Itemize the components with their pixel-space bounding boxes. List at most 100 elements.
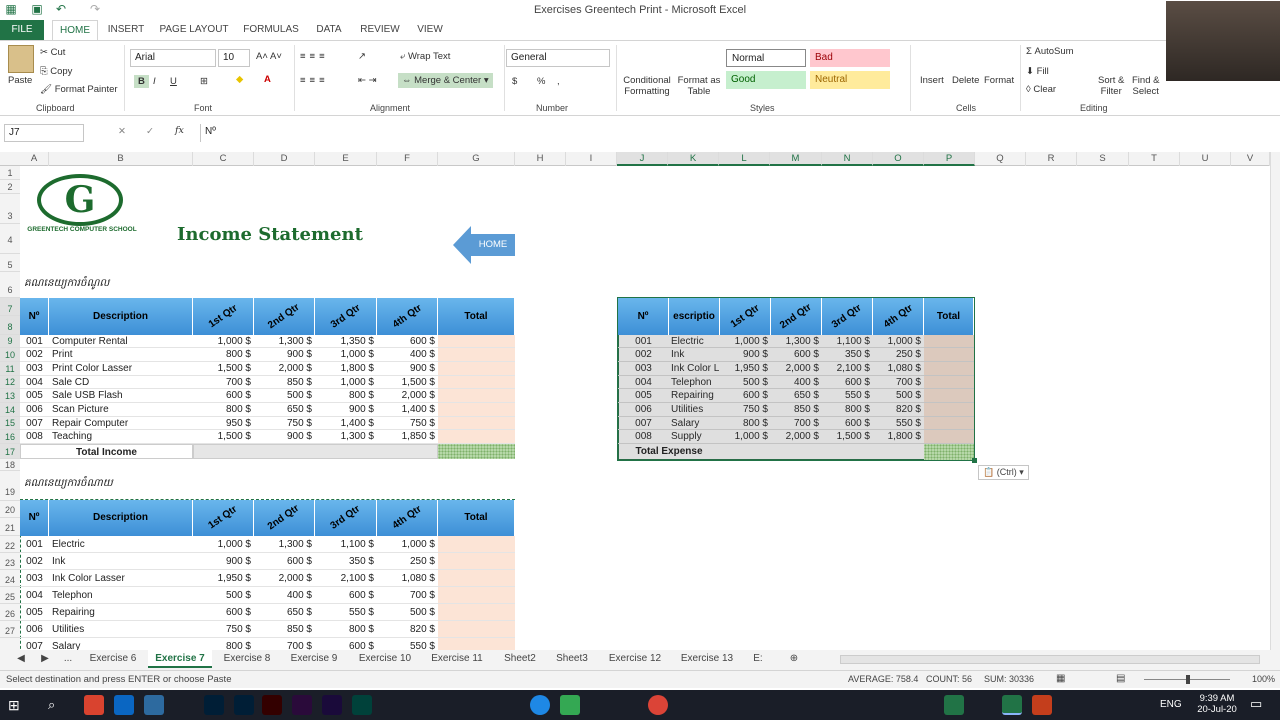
cell-no[interactable]: 001 bbox=[20, 536, 49, 553]
cell-quarter[interactable]: 400 $ bbox=[254, 587, 315, 604]
header-q4[interactable]: 4th Qtr bbox=[377, 298, 438, 335]
cell-no[interactable]: 005 bbox=[20, 604, 49, 621]
powerpoint-icon[interactable] bbox=[1032, 695, 1052, 715]
tab-data[interactable]: DATA bbox=[312, 20, 346, 40]
cell-quarter[interactable]: 550 $ bbox=[315, 604, 377, 621]
row-header[interactable]: 17 bbox=[0, 444, 20, 459]
row-header[interactable]: 15 bbox=[0, 417, 20, 430]
app-icon[interactable] bbox=[560, 695, 580, 715]
number-format-select[interactable]: General bbox=[506, 49, 610, 67]
insert-cells-button[interactable]: Insert bbox=[920, 75, 944, 86]
column-header[interactable]: N bbox=[822, 152, 873, 166]
header-no[interactable]: Nº bbox=[20, 298, 49, 335]
clock[interactable]: 9:39 AM 20-Jul-20 bbox=[1192, 693, 1242, 715]
sheet-tab[interactable]: Exercise 12 bbox=[602, 650, 668, 668]
column-header[interactable]: R bbox=[1026, 152, 1077, 166]
column-header[interactable]: P bbox=[924, 152, 975, 166]
sheet-tab[interactable]: E: bbox=[748, 650, 768, 668]
cell-quarter[interactable]: 1,000 $ bbox=[193, 335, 254, 348]
cell-quarter[interactable]: 550 $ bbox=[377, 638, 438, 650]
cell-total[interactable] bbox=[438, 403, 515, 417]
header-q2[interactable]: 2nd Qtr bbox=[771, 298, 822, 335]
cell-total[interactable] bbox=[438, 430, 515, 444]
chrome-icon[interactable] bbox=[530, 695, 550, 715]
cell-quarter[interactable]: 800 $ bbox=[193, 348, 254, 362]
cell-total[interactable] bbox=[438, 553, 515, 570]
normal-view-icon[interactable]: ▦ bbox=[1056, 673, 1065, 684]
column-header[interactable]: O bbox=[873, 152, 924, 166]
row-header[interactable]: 20 bbox=[0, 501, 20, 518]
tab-formulas[interactable]: FORMULAS bbox=[240, 20, 302, 40]
total-income-cell[interactable] bbox=[438, 444, 515, 459]
cell-quarter[interactable]: 950 $ bbox=[193, 417, 254, 430]
cell-quarter[interactable]: 600 $ bbox=[315, 638, 377, 650]
italic-button[interactable]: I bbox=[153, 76, 156, 87]
row-header[interactable]: 9 bbox=[0, 335, 20, 348]
row-header[interactable]: 26 bbox=[0, 604, 20, 621]
cell-quarter[interactable]: 1,000 $ bbox=[315, 376, 377, 389]
fill-button[interactable]: ⬇ Fill bbox=[1026, 66, 1049, 77]
cell-description[interactable]: Sale CD bbox=[49, 376, 193, 389]
prev-sheet-icon[interactable]: ◀ bbox=[14, 650, 28, 668]
zoom-thumb[interactable] bbox=[1186, 675, 1190, 684]
cell-description[interactable]: Utilities bbox=[49, 621, 193, 638]
excel-icon[interactable] bbox=[944, 695, 964, 715]
cell-quarter[interactable]: 820 $ bbox=[377, 621, 438, 638]
header-q2[interactable]: 2nd Qtr bbox=[254, 298, 315, 335]
sheet-tab[interactable]: Sheet3 bbox=[550, 650, 594, 668]
cell-description[interactable]: Ink Color Lasser bbox=[49, 570, 193, 587]
cut-button[interactable]: ✂ Cut bbox=[40, 47, 65, 58]
header-q3[interactable]: 3rd Qtr bbox=[315, 298, 377, 335]
confirm-entry-icon[interactable]: ✓ bbox=[146, 126, 154, 137]
windows-start-icon[interactable]: ⊞ bbox=[8, 697, 20, 714]
cell-quarter[interactable]: 1,300 $ bbox=[315, 430, 377, 444]
cell-description[interactable]: Scan Picture bbox=[49, 403, 193, 417]
column-header[interactable]: E bbox=[315, 152, 377, 166]
cell-no[interactable]: 001 bbox=[20, 335, 49, 348]
header-q4[interactable]: 4th Qtr bbox=[377, 500, 438, 536]
header-q2[interactable]: 2nd Qtr bbox=[254, 500, 315, 536]
cell-quarter[interactable]: 900 $ bbox=[315, 403, 377, 417]
row-header[interactable]: 18 bbox=[0, 459, 20, 471]
cell-total[interactable] bbox=[438, 335, 515, 348]
cell-quarter[interactable]: 900 $ bbox=[377, 362, 438, 376]
cell-description[interactable]: Sale USB Flash bbox=[49, 389, 193, 403]
fill-color-icon[interactable]: ◆ bbox=[236, 74, 243, 85]
header-description[interactable]: Description bbox=[49, 298, 193, 335]
conditional-formatting-button[interactable]: Conditional Formatting bbox=[622, 75, 672, 97]
cell-total[interactable] bbox=[438, 536, 515, 553]
cell-description[interactable]: Salary bbox=[49, 638, 193, 650]
column-header[interactable]: J bbox=[617, 152, 668, 166]
zoom-level[interactable]: 100% bbox=[1252, 674, 1275, 684]
cell-quarter[interactable]: 500 $ bbox=[377, 604, 438, 621]
name-box[interactable]: J7 bbox=[4, 124, 84, 142]
format-as-table-button[interactable]: Format as Table bbox=[676, 75, 722, 97]
tab-page-layout[interactable]: PAGE LAYOUT bbox=[158, 20, 230, 40]
column-header[interactable]: C bbox=[193, 152, 254, 166]
cell-quarter[interactable]: 900 $ bbox=[193, 553, 254, 570]
row-header[interactable]: 23 bbox=[0, 553, 20, 570]
horizontal-scrollbar[interactable] bbox=[840, 655, 1260, 664]
cell-quarter[interactable]: 2,100 $ bbox=[315, 570, 377, 587]
cell-quarter[interactable]: 400 $ bbox=[377, 348, 438, 362]
cell-quarter[interactable]: 1,950 $ bbox=[193, 570, 254, 587]
tab-file[interactable]: FILE bbox=[0, 20, 44, 40]
row-header[interactable]: 8 bbox=[0, 316, 20, 335]
tab-home[interactable]: HOME bbox=[52, 20, 98, 40]
column-header[interactable]: A bbox=[20, 152, 49, 166]
cell-description[interactable]: Print Color Lasser bbox=[49, 362, 193, 376]
column-header[interactable]: F bbox=[377, 152, 438, 166]
cell-quarter[interactable]: 1,400 $ bbox=[315, 417, 377, 430]
column-header[interactable]: H bbox=[515, 152, 566, 166]
style-neutral[interactable]: Neutral bbox=[810, 71, 890, 89]
column-header[interactable]: U bbox=[1180, 152, 1231, 166]
cell-no[interactable]: 002 bbox=[20, 553, 49, 570]
cell-total[interactable] bbox=[438, 570, 515, 587]
cell-quarter[interactable]: 1,850 $ bbox=[377, 430, 438, 444]
row-header[interactable]: 4 bbox=[0, 224, 20, 254]
style-normal[interactable]: Normal bbox=[726, 49, 806, 67]
cell-quarter[interactable]: 650 $ bbox=[254, 604, 315, 621]
column-header[interactable]: K bbox=[668, 152, 719, 166]
row-header[interactable]: 1 bbox=[0, 166, 20, 180]
style-good[interactable]: Good bbox=[726, 71, 806, 89]
